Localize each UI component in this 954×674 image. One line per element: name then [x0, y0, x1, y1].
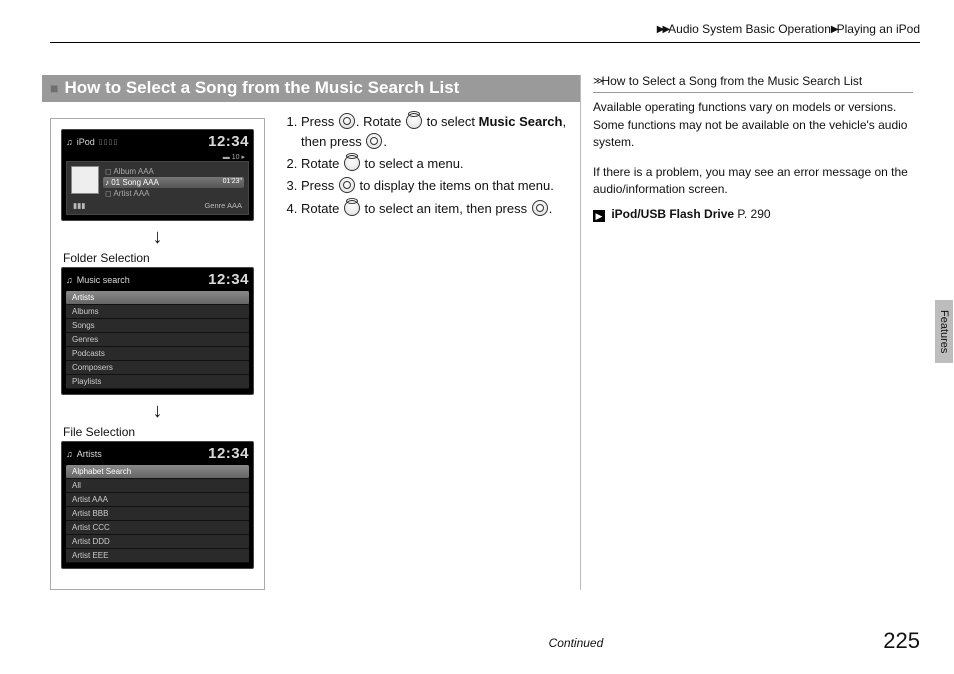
album-art-thumbnail — [71, 166, 99, 194]
screen2-title: Music search — [77, 275, 130, 285]
section-title-text: How to Select a Song from the Music Sear… — [64, 78, 459, 98]
list-item: Artists — [66, 291, 249, 305]
screen1-count: 10 — [232, 154, 240, 161]
screen1-source: iPod — [77, 137, 95, 147]
caption-folder: Folder Selection — [63, 251, 254, 265]
sidebar-ref-bold: iPod/USB Flash Drive — [611, 207, 734, 221]
press-button-icon — [339, 177, 355, 193]
screen3-title: Artists — [77, 449, 102, 459]
instruction-step: Rotate to select a menu. — [301, 154, 568, 174]
rotate-dial-icon — [344, 200, 360, 216]
thumb-tab-features: Features — [935, 300, 953, 363]
figure-stack: ♫ iPod ▯▯▯▯ 12:34 ▬ 10 ▸ — [50, 118, 265, 590]
page-number: 225 — [883, 628, 920, 654]
music-note-icon: ♫ — [66, 275, 73, 285]
eq-icon: ▮▮▮ — [73, 201, 85, 210]
music-note-icon: ♫ — [66, 449, 73, 459]
list-item: Artist AAA — [66, 493, 249, 507]
instruction-step: Press . Rotate to select Music Search, t… — [301, 112, 568, 152]
list-item: Songs — [66, 319, 249, 333]
press-button-icon — [532, 200, 548, 216]
instruction-step: Rotate to select an item, then press . — [301, 199, 568, 219]
screen1-genre: Genre AAA — [204, 201, 242, 210]
square-bullet-icon: ■ — [50, 80, 58, 96]
sidebar-ref-page: P. 290 — [737, 207, 770, 221]
breadcrumb-chevron-icon: ▶▶ — [657, 24, 668, 35]
list-item: Alphabet Search — [66, 465, 249, 479]
press-button-icon — [339, 113, 355, 129]
screen-music-search: ♫ Music search 12:34 ArtistsAlbumsSongsG… — [61, 267, 254, 395]
sidebar-para1: Available operating functions vary on mo… — [593, 99, 913, 151]
list-item: Artist BBB — [66, 507, 249, 521]
continued-label: Continued — [549, 636, 604, 650]
sidebar-reference: ▶ iPod/USB Flash Drive P. 290 — [593, 206, 913, 223]
instruction-steps: Press . Rotate to select Music Search, t… — [283, 112, 568, 219]
list-item: Composers — [66, 361, 249, 375]
list-item: Artist EEE — [66, 549, 249, 563]
list-item: Playlists — [66, 375, 249, 389]
music-note-icon: ♫ — [66, 137, 73, 147]
caption-file: File Selection — [63, 425, 254, 439]
list-item: All — [66, 479, 249, 493]
step-bold: Music Search — [479, 114, 563, 129]
list-item: Podcasts — [66, 347, 249, 361]
sidebar-para2: If there is a problem, you may see an er… — [593, 164, 913, 199]
sidebar-heading-text: How to Select a Song from the Music Sear… — [601, 74, 862, 88]
list-item: Genres — [66, 333, 249, 347]
screen3-clock: 12:34 — [208, 445, 249, 462]
breadcrumb-section: Audio System Basic Operation — [668, 22, 831, 36]
sidebar-heading: ≫How to Select a Song from the Music Sea… — [593, 73, 913, 93]
screen2-clock: 12:34 — [208, 271, 249, 288]
signal-icon: ▯▯▯▯ — [99, 138, 118, 146]
instruction-step: Press to display the items on that menu. — [301, 176, 568, 196]
rotate-dial-icon — [406, 113, 422, 129]
screen1-artist: Artist AAA — [113, 189, 149, 198]
screen-artists: ♫ Artists 12:34 Alphabet SearchAllArtist… — [61, 441, 254, 569]
press-button-icon — [366, 133, 382, 149]
screen1-track: 01 Song AAA — [111, 178, 159, 187]
list-item: Artist CCC — [66, 521, 249, 535]
section-title: ■ How to Select a Song from the Music Se… — [42, 75, 580, 102]
screen-now-playing: ♫ iPod ▯▯▯▯ 12:34 ▬ 10 ▸ — [61, 129, 254, 221]
screen1-clock: 12:34 — [208, 133, 249, 150]
screen1-album: Album AAA — [113, 167, 153, 176]
screen1-time: 01'23" — [223, 178, 242, 185]
list-item: Albums — [66, 305, 249, 319]
list-item: Artist DDD — [66, 535, 249, 549]
breadcrumb: ▶▶Audio System Basic Operation▶Playing a… — [50, 22, 920, 43]
reference-box-icon: ▶ — [593, 210, 605, 222]
breadcrumb-sub: Playing an iPod — [837, 22, 920, 36]
rotate-dial-icon — [344, 155, 360, 171]
arrow-down-icon: ↓ — [61, 227, 254, 247]
arrow-down-icon: ↓ — [61, 401, 254, 421]
